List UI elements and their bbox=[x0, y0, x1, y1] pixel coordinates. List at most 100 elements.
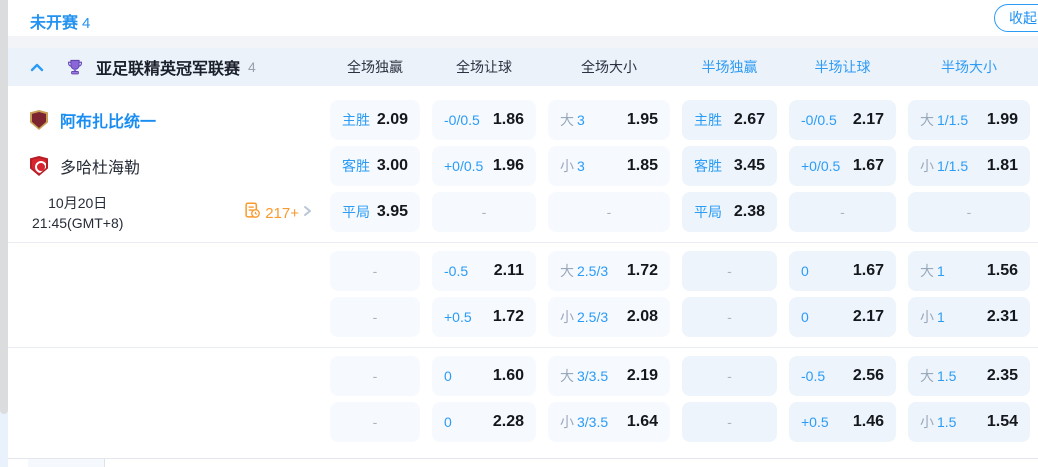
odds-cell[interactable]: 大3 1.95 bbox=[548, 100, 670, 140]
odds-value: 1.95 bbox=[627, 111, 658, 129]
odds-cell[interactable]: 大11.56 bbox=[908, 251, 1030, 291]
odds-cell[interactable]: 小12.31 bbox=[908, 297, 1030, 337]
tab-label: 未开赛 bbox=[30, 15, 78, 32]
match-date: 10月20日 bbox=[32, 193, 123, 213]
match-info: 阿布扎比统一 多哈杜海勒 10月20日 21:45(GMT+8) bbox=[8, 100, 330, 234]
tab-count: 4 bbox=[82, 15, 90, 32]
odds-value: 1.85 bbox=[627, 157, 658, 175]
odds-cell[interactable]: 客胜3.00 bbox=[330, 146, 420, 186]
odds-cell[interactable]: 小31.85 bbox=[548, 146, 670, 186]
odds-cell[interactable]: -0.52.56 bbox=[789, 356, 896, 396]
markets-count[interactable]: 217+ bbox=[265, 205, 299, 222]
odds-label: 平局 bbox=[342, 202, 370, 222]
odds-cell[interactable]: 小1/1.51.81 bbox=[908, 146, 1030, 186]
odds-cell-empty: - bbox=[682, 402, 777, 442]
chevron-up-icon[interactable] bbox=[30, 63, 44, 72]
over-under-prefix: 大 bbox=[560, 366, 574, 386]
over-under-prefix: 大 bbox=[560, 261, 574, 281]
odds-cell[interactable]: 02.28 bbox=[432, 402, 536, 442]
odds-line: 小1/1.5 bbox=[920, 156, 968, 176]
odds-dash: - bbox=[727, 309, 732, 325]
over-under-line: 1/1.5 bbox=[937, 158, 968, 174]
odds-cell[interactable]: -0/0.52.17 bbox=[789, 100, 896, 140]
odds-value: 1.60 bbox=[493, 367, 524, 385]
home-team-row[interactable]: 阿布扎比统一 bbox=[8, 100, 330, 140]
column-headers: 全场独赢全场让球全场大小半场独赢半场让球半场大小 bbox=[330, 57, 1030, 77]
odds-cell[interactable]: 小2.5/32.08 bbox=[548, 297, 670, 337]
away-team-badge-icon bbox=[30, 156, 48, 176]
odds-cell-empty: - bbox=[908, 192, 1030, 232]
odds-cell[interactable]: +0/0.51.96 bbox=[432, 146, 536, 186]
odds-cell[interactable]: 01.60 bbox=[432, 356, 536, 396]
over-under-prefix: 大 bbox=[560, 110, 574, 130]
odds-cell[interactable]: 平局3.95 bbox=[330, 192, 420, 232]
match-date-row: 10月20日 21:45(GMT+8) bbox=[8, 192, 330, 234]
odds-cell[interactable]: 大2.5/3 1.72 bbox=[548, 251, 670, 291]
match-card: 阿布扎比统一 多哈杜海勒 10月20日 21:45(GMT+8) bbox=[8, 86, 1038, 467]
odds-label: 0 bbox=[444, 368, 452, 384]
odds-line: 大3 bbox=[560, 110, 585, 130]
odds-cell[interactable]: 大1/1.51.99 bbox=[908, 100, 1030, 140]
odds-cell-empty: - bbox=[682, 297, 777, 337]
over-under-line: 2.5/3 bbox=[577, 309, 608, 325]
odds-cell[interactable]: 02.17 bbox=[789, 297, 896, 337]
over-under-prefix: 小 bbox=[920, 156, 934, 176]
over-under-prefix: 大 bbox=[920, 261, 934, 281]
chevron-right-icon bbox=[303, 204, 312, 222]
column-header-full: 全场大小 bbox=[548, 57, 670, 77]
league-name[interactable]: 亚足联精英冠军联赛 bbox=[96, 55, 240, 79]
odds-cell[interactable]: 平局2.38 bbox=[682, 192, 777, 232]
collapse-button[interactable]: 收起 bbox=[994, 4, 1038, 32]
over-under-line: 3 bbox=[577, 158, 585, 174]
over-under-line: 2.5/3 bbox=[577, 263, 608, 279]
away-team-row[interactable]: 多哈杜海勒 bbox=[8, 146, 330, 186]
odds-cell[interactable]: 小1.51.54 bbox=[908, 402, 1030, 442]
odds-history-icon bbox=[244, 202, 261, 224]
more-markets-link[interactable]: 217+ bbox=[244, 202, 312, 224]
odds-value: 2.28 bbox=[493, 413, 524, 431]
odds-label: 0 bbox=[801, 263, 809, 279]
over-under-line: 3/3.5 bbox=[577, 414, 608, 430]
odds-label: -0.5 bbox=[444, 263, 468, 279]
vertical-scrollbar[interactable] bbox=[0, 0, 8, 467]
scrollbar-thumb[interactable] bbox=[0, 0, 8, 414]
odds-cell-empty: - bbox=[789, 192, 896, 232]
odds-line: 大2.5/3 bbox=[560, 261, 608, 281]
odds-row: -+0.51.72小2.5/32.08-02.17小12.31 bbox=[330, 297, 1038, 337]
league-header-left: 亚足联精英冠军联赛 4 bbox=[8, 55, 330, 79]
odds-cell[interactable]: 大3/3.52.19 bbox=[548, 356, 670, 396]
odds-value: 1.99 bbox=[987, 111, 1018, 129]
away-team-name[interactable]: 多哈杜海勒 bbox=[60, 154, 140, 178]
odds-dash: - bbox=[727, 414, 732, 430]
over-under-line: 1.5 bbox=[937, 368, 956, 384]
odds-cell[interactable]: 客胜3.45 bbox=[682, 146, 777, 186]
home-team-badge-icon bbox=[30, 110, 48, 130]
odds-label: 0 bbox=[801, 309, 809, 325]
odds-cell[interactable]: -0/0.51.86 bbox=[432, 100, 536, 140]
section-gap bbox=[8, 36, 1038, 48]
over-under-line: 3/3.5 bbox=[577, 368, 608, 384]
over-under-prefix: 小 bbox=[920, 307, 934, 327]
odds-line: 小1.5 bbox=[920, 412, 956, 432]
over-under-prefix: 大 bbox=[920, 366, 934, 386]
odds-cell[interactable]: 大1.52.35 bbox=[908, 356, 1030, 396]
home-team-name[interactable]: 阿布扎比统一 bbox=[60, 108, 156, 132]
odds-label: 主胜 bbox=[694, 110, 722, 130]
odds-label: +0.5 bbox=[801, 414, 829, 430]
odds-cell[interactable]: 主胜2.67 bbox=[682, 100, 777, 140]
odds-value: 1.72 bbox=[627, 262, 658, 280]
odds-dash: - bbox=[482, 204, 487, 220]
odds-cell[interactable]: +0.51.72 bbox=[432, 297, 536, 337]
odds-cell[interactable]: 小3/3.51.64 bbox=[548, 402, 670, 442]
odds-value: 2.17 bbox=[853, 308, 884, 326]
odds-label: -0/0.5 bbox=[801, 112, 837, 128]
odds-cell[interactable]: 01.67 bbox=[789, 251, 896, 291]
odds-cell[interactable]: 主胜2.09 bbox=[330, 100, 420, 140]
odds-cell[interactable]: -0.5 2.11 bbox=[432, 251, 536, 291]
odds-value: 2.11 bbox=[494, 262, 524, 280]
odds-cell[interactable]: +0.51.46 bbox=[789, 402, 896, 442]
over-under-line: 3 bbox=[577, 112, 585, 128]
odds-value: 1.67 bbox=[853, 262, 884, 280]
tab-not-started[interactable]: 未开赛4 bbox=[30, 9, 90, 33]
odds-cell[interactable]: +0/0.51.67 bbox=[789, 146, 896, 186]
